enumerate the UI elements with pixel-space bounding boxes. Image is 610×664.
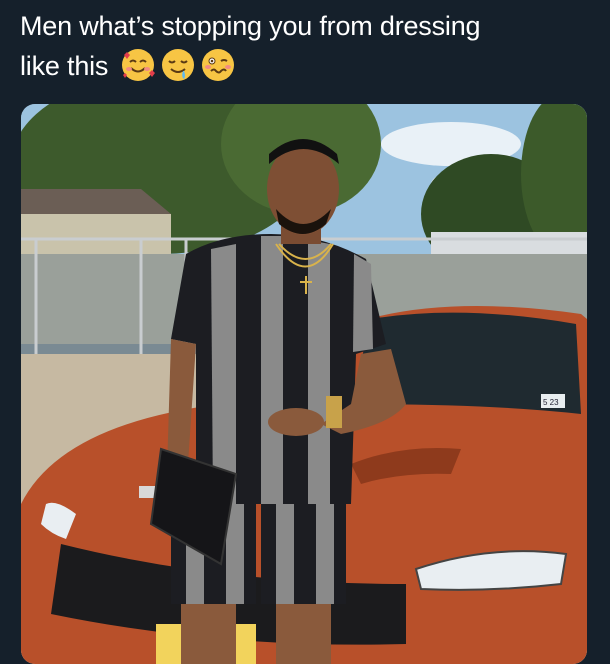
emoji-row xyxy=(120,47,236,83)
hand xyxy=(268,408,324,436)
window-sticker-text: 5 23 xyxy=(543,398,559,407)
stripe xyxy=(316,499,334,604)
leg-left xyxy=(181,604,236,664)
smiling-face-with-hearts-icon xyxy=(121,49,155,81)
leg-right xyxy=(276,604,331,664)
photo-illustration: 5 23 sey xyxy=(21,104,587,664)
stripe xyxy=(276,499,294,604)
tweet-text-line-2: like this xyxy=(20,51,109,81)
gold-bracelets xyxy=(326,396,342,428)
tweet-text: Men what’s stopping you from dressing li… xyxy=(20,6,590,86)
woozy-face-icon xyxy=(201,49,234,81)
drooling-face-icon xyxy=(161,49,194,81)
tweet-text-line-1: Men what’s stopping you from dressing xyxy=(20,11,481,41)
tweet-media-photo[interactable]: 5 23 sey xyxy=(21,104,587,664)
